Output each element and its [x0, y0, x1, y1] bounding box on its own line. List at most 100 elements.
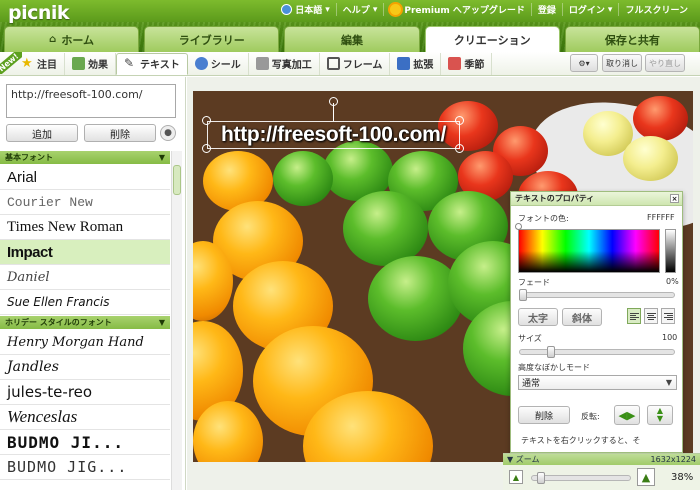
effects-icon — [72, 57, 85, 70]
subtab-stickers[interactable]: シール — [188, 52, 249, 75]
user-icon[interactable]: ● — [160, 125, 176, 141]
delete-button[interactable]: 削除 — [84, 124, 156, 142]
help-menu[interactable]: ヘルプ ▾ — [337, 3, 385, 16]
text-properties-panel: テキストのプロパティ × フォントの色: FFFFFF フェード 0% 太字 斜体… — [510, 191, 683, 453]
delete-text-button[interactable]: 削除 — [518, 406, 570, 424]
home-icon: ⌂ — [49, 34, 57, 45]
font-item-henry-morgan[interactable]: Henry Morgan Hand — [0, 330, 170, 355]
font-color-value: FFFFFF — [647, 213, 675, 222]
font-item-jules[interactable]: jules-te-reo — [0, 380, 170, 405]
register-link[interactable]: 登録 — [532, 3, 563, 16]
holiday-fonts-header[interactable]: ホリデー スタイルのフォント ▼ — [0, 316, 170, 329]
zoom-bar: ▼ ズーム 1632x1224 ▲ ▲ 38% — [503, 453, 700, 490]
top-bar: picnik 日本語 ▾ ヘルプ ▾ Premium へアップグレード 登録 ログイ… — [0, 0, 700, 52]
undo-button[interactable]: 取り消し — [602, 54, 642, 72]
tab-edit[interactable]: 編集 — [284, 26, 420, 52]
italic-button[interactable]: 斜体 — [562, 308, 602, 326]
tab-create[interactable]: クリエーション — [424, 26, 560, 52]
close-icon[interactable]: × — [670, 194, 679, 203]
rocket-icon — [397, 57, 411, 70]
subtab-text[interactable]: ✎ テキスト — [116, 52, 188, 75]
font-item-wenceslas[interactable]: Wenceslas — [0, 405, 170, 430]
premium-link[interactable]: Premium へアップグレード — [384, 3, 532, 16]
size-slider-thumb[interactable] — [547, 346, 555, 358]
fullscreen-link[interactable]: フルスクリーン — [619, 3, 694, 16]
zoom-in-icon[interactable]: ▲ — [637, 468, 655, 486]
zoom-header[interactable]: ▼ ズーム 1632x1224 — [503, 454, 700, 465]
blend-mode-select[interactable]: 通常 ▼ — [518, 375, 677, 390]
font-item-budmo[interactable]: BUDMO JI... — [0, 430, 170, 455]
settings-button[interactable]: ⚙ ▾ — [570, 54, 598, 72]
align-left-button[interactable] — [627, 308, 641, 324]
font-item-budmo-jig[interactable]: BUDMO JIG... — [0, 455, 170, 480]
calendar-icon — [448, 57, 462, 70]
subtab-effects[interactable]: 効果 — [65, 52, 116, 75]
fade-label: フェード — [518, 278, 550, 287]
font-item-impact[interactable]: Impact — [0, 240, 170, 265]
chevron-down-icon: ▼ — [158, 318, 165, 327]
tomato — [633, 96, 688, 141]
flip-vertical-button[interactable]: ▲ ▼ — [647, 405, 673, 425]
color-picker[interactable] — [518, 229, 660, 273]
font-item-daniel[interactable]: Daniel — [0, 265, 170, 290]
chevron-down-icon: ▾ — [607, 4, 613, 15]
fade-slider-thumb[interactable] — [519, 289, 527, 301]
tab-home[interactable]: ⌂ ホーム — [4, 26, 140, 52]
subtab-frames[interactable]: フレーム — [320, 52, 391, 75]
subtab-seasons[interactable]: 季節 — [441, 52, 493, 75]
tomato — [273, 151, 333, 206]
chevron-down-icon: ▾ — [325, 4, 330, 15]
scrollbar-thumb[interactable] — [173, 165, 181, 195]
main-tabs: ⌂ ホーム ライブラリー 編集 クリエーション 保存と共有 — [4, 26, 700, 52]
new-badge: New! — [0, 52, 22, 74]
rotate-handle[interactable] — [329, 97, 338, 106]
font-item-sue-ellen[interactable]: Sue Ellen Francis — [0, 290, 170, 315]
font-list-scrollbar[interactable] — [171, 151, 182, 490]
tab-library[interactable]: ライブラリー — [144, 26, 280, 52]
flip-horizontal-button[interactable]: ◀▶ — [614, 405, 640, 425]
align-center-button[interactable] — [644, 308, 658, 324]
zoom-slider-thumb[interactable] — [537, 472, 545, 484]
smiley-icon — [194, 57, 208, 70]
tomato — [343, 191, 428, 266]
resize-handle-tl[interactable] — [202, 116, 211, 125]
subtab-extend[interactable]: 拡張 — [390, 52, 442, 75]
zoom-value: 38% — [671, 472, 694, 483]
language-menu[interactable]: 日本語 ▾ — [275, 3, 337, 16]
text-icon: ✎ — [124, 56, 135, 70]
chevron-down-icon: ▾ — [372, 4, 378, 15]
brightness-bar[interactable] — [665, 229, 676, 273]
resize-handle-bl[interactable] — [202, 144, 211, 153]
chevron-down-icon: ▼ — [665, 378, 673, 387]
bold-button[interactable]: 太字 — [518, 308, 558, 326]
resize-handle-tr[interactable] — [455, 116, 464, 125]
basic-fonts-header[interactable]: 基本フォント ▼ — [0, 151, 170, 164]
tab-save-share[interactable]: 保存と共有 — [564, 26, 700, 52]
redo-button[interactable]: やり直し — [645, 54, 685, 72]
login-link[interactable]: ログイン ▾ — [563, 3, 620, 16]
resize-handle-br[interactable] — [455, 144, 464, 153]
zoom-slider[interactable] — [531, 475, 631, 481]
sun-icon — [390, 4, 402, 15]
font-item-arial[interactable]: Arial — [0, 165, 170, 190]
tomato — [368, 256, 463, 341]
overlay-text[interactable]: http://freesoft-100.com/ — [207, 121, 460, 149]
size-slider[interactable] — [519, 349, 675, 355]
font-item-times[interactable]: Times New Roman — [0, 215, 170, 240]
touchup-icon — [255, 57, 269, 70]
picnik-logo[interactable]: picnik — [8, 2, 70, 24]
color-picker-cursor[interactable] — [515, 223, 522, 230]
flip-horizontal-icon: ◀▶ — [618, 408, 636, 422]
font-item-jandles[interactable]: Jandles — [0, 355, 170, 380]
text-panel: http://freesoft-100.com/ 追加 削除 ● 基本フォント ▼… — [0, 77, 186, 490]
flip-vertical-icon: ▲ ▼ — [656, 406, 664, 423]
font-item-courier[interactable]: Courier New — [0, 190, 170, 215]
panel-header[interactable]: テキストのプロパティ × — [511, 192, 682, 206]
add-button[interactable]: 追加 — [6, 124, 78, 142]
zoom-out-icon[interactable]: ▲ — [509, 470, 523, 484]
text-input[interactable]: http://freesoft-100.com/ — [6, 84, 176, 118]
globe-icon — [281, 4, 293, 15]
subtab-touchup[interactable]: 写真加工 — [249, 52, 320, 75]
align-right-button[interactable] — [661, 308, 675, 324]
fade-slider[interactable] — [519, 292, 675, 298]
